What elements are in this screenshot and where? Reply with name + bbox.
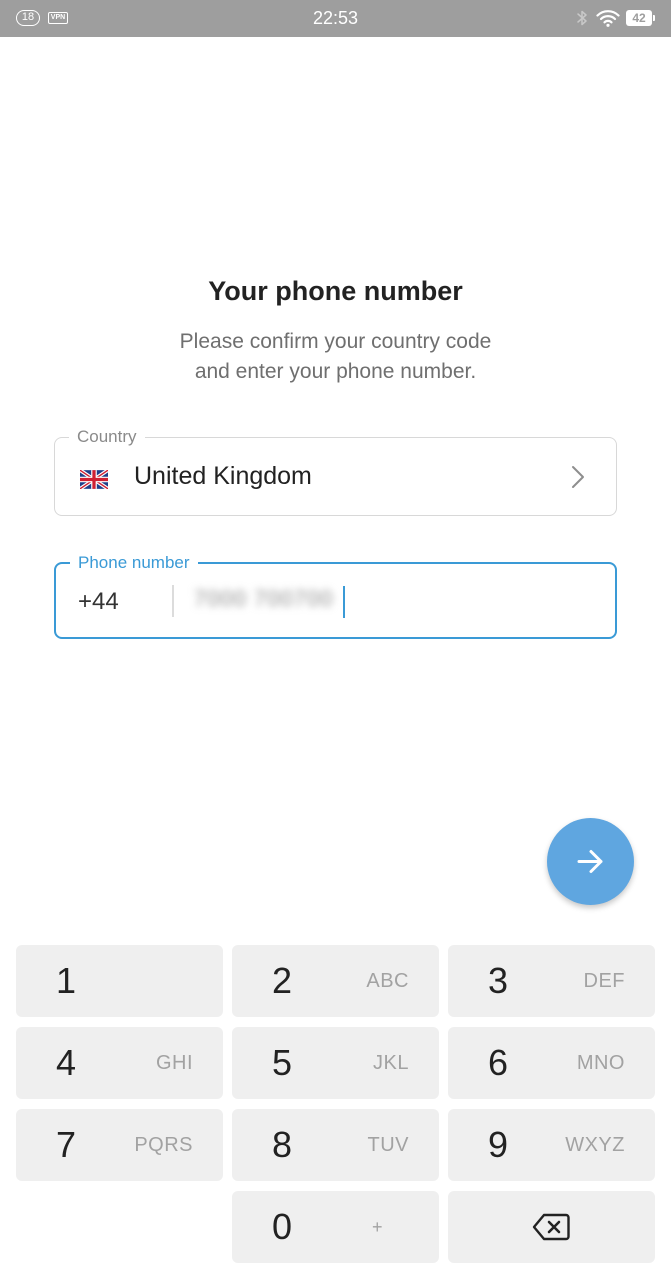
country-code-input[interactable]: +44	[78, 588, 119, 616]
subtitle-line-2: and enter your phone number.	[194, 360, 477, 383]
key-letters: +	[371, 1217, 383, 1237]
phone-number-input[interactable]: 7000 700700	[194, 586, 333, 612]
page-title: Your phone number	[208, 276, 463, 306]
phone-number-field[interactable]: Phone number +44 7000 700700	[54, 552, 617, 639]
key-8[interactable]: 8 TUV	[232, 1109, 439, 1181]
key-digit: 4	[56, 1042, 77, 1083]
key-letters: DEF	[583, 970, 625, 992]
country-field-label: Country	[69, 426, 145, 448]
country-selector[interactable]: Country United Kingdom	[54, 426, 617, 516]
key-9[interactable]: 9 WXYZ	[448, 1109, 655, 1181]
key-letters: WXYZ	[565, 1134, 625, 1156]
key-digit: 1	[56, 960, 77, 1001]
key-letters: JKL	[373, 1052, 409, 1074]
phone-login-screen: 18 VPN 22:53 42 Your phone number Please…	[0, 0, 671, 1280]
key-0[interactable]: 0 +	[232, 1191, 439, 1263]
bluetooth-icon	[577, 10, 587, 26]
page-subtitle: Please confirm your country code and ent…	[0, 327, 671, 387]
key-7[interactable]: 7 PQRS	[16, 1109, 223, 1181]
key-4[interactable]: 4 GHI	[16, 1027, 223, 1099]
key-2[interactable]: 2 ABC	[232, 945, 439, 1017]
key-digit: 2	[272, 960, 293, 1001]
status-time: 22:53	[312, 8, 359, 28]
arrow-right-icon	[577, 850, 603, 873]
uk-flag-icon	[80, 470, 108, 489]
numeric-keypad: 1 2 ABC 3 DEF 4 GHI 5 JKL 6 MNO 7 PQRS 8…	[0, 930, 671, 1280]
key-letters: TUV	[367, 1134, 409, 1156]
key-digit: 5	[272, 1042, 293, 1083]
text-cursor	[343, 586, 345, 618]
key-5[interactable]: 5 JKL	[232, 1027, 439, 1099]
backspace-key[interactable]	[448, 1191, 655, 1263]
key-digit: 0	[272, 1206, 293, 1247]
field-divider	[172, 585, 174, 617]
key-6[interactable]: 6 MNO	[448, 1027, 655, 1099]
key-digit: 9	[488, 1124, 509, 1165]
phone-field-label: Phone number	[70, 552, 198, 574]
subtitle-line-1: Please confirm your country code	[179, 330, 492, 353]
key-digit: 3	[488, 960, 509, 1001]
key-1[interactable]: 1	[16, 945, 223, 1017]
key-digit: 6	[488, 1042, 509, 1083]
key-3[interactable]: 3 DEF	[448, 945, 655, 1017]
key-digit: 8	[272, 1124, 293, 1165]
key-digit: 7	[56, 1124, 77, 1165]
chevron-right-icon	[572, 466, 584, 488]
key-letters: PQRS	[134, 1134, 193, 1156]
next-button[interactable]	[547, 818, 634, 905]
country-value: United Kingdom	[134, 462, 312, 490]
battery-icon: 42	[626, 10, 655, 26]
status-bar: 18 VPN 22:53 42	[0, 0, 671, 37]
key-letters: GHI	[155, 1052, 193, 1074]
backspace-icon	[532, 1213, 570, 1241]
key-letters: ABC	[366, 970, 409, 992]
key-letters: MNO	[576, 1052, 625, 1074]
wifi-icon	[596, 10, 620, 27]
